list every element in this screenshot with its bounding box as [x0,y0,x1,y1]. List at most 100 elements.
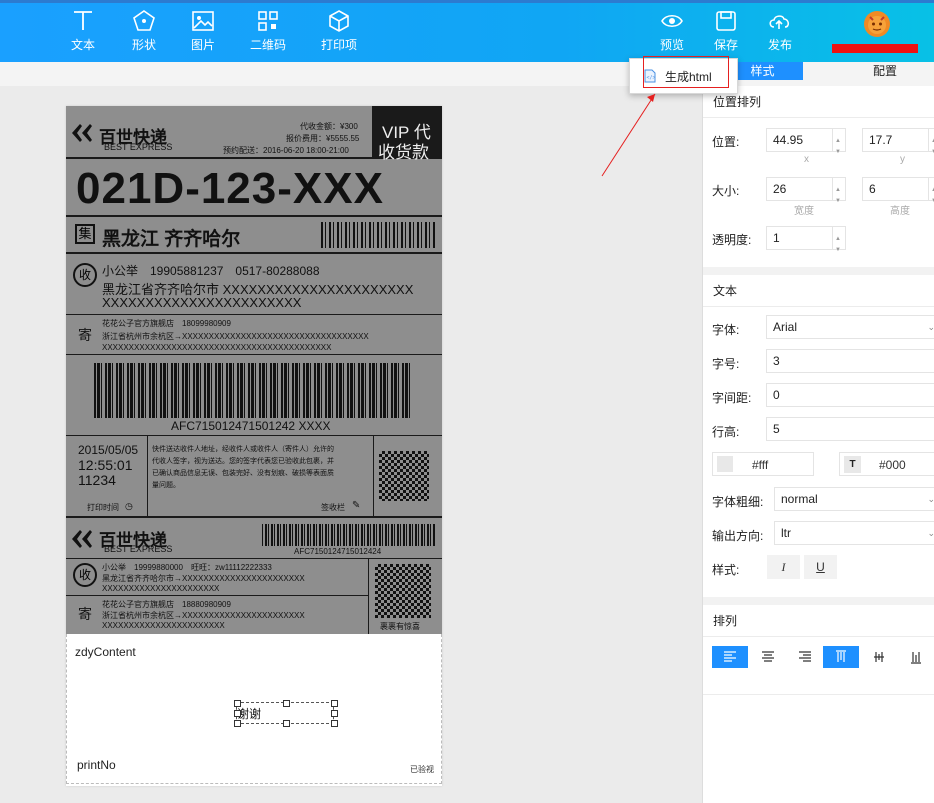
tracking-number: AFC715012471501242 XXXX [171,419,331,433]
font-color-swatch: T [844,456,861,473]
valign-top-button[interactable] [823,646,859,668]
font-color-picker[interactable]: T #000 [839,452,934,476]
clock-icon: ◷ [125,501,133,511]
height-input[interactable]: 6 [862,177,934,212]
qr-code-2 [375,564,431,618]
verified-mark[interactable]: 已验视 [410,764,434,775]
font-size-label: 字号: [712,357,740,371]
sender-addr2: XXXXXXXXXXXXXXXXXXXXXXXXXXXXXXXXXXXXXXXX… [102,343,332,352]
section-text-title: 文本 [703,275,934,307]
underline-button[interactable]: U [804,555,837,579]
x-spinner[interactable] [832,129,845,163]
top-toolbar: 文本 形状 图片 二维码 打印项 预览 保存 发布 [0,0,934,62]
resize-handle[interactable] [283,720,290,727]
toolbar-save-button[interactable]: 保存 [696,9,756,53]
pen-icon: ✎ [352,500,361,511]
stub-best-logo-icon [72,530,92,548]
resize-handle[interactable] [234,700,241,707]
receiver-tag: 收 [73,263,97,287]
resize-handle[interactable] [331,720,338,727]
route-code: 021D-123-XXX [76,164,384,213]
resize-handle[interactable] [234,710,241,717]
notice-3: 已确认商品信息无误、包装完好、没有划痕、破损等表面质 [152,470,334,477]
toolbar-shape-button[interactable]: 形状 [114,9,174,53]
valign-middle-button[interactable] [861,646,897,668]
stub-recv-line2: 黑龙江省齐齐哈尔市→XXXXXXXXXXXXXXXXXXXXXXX [102,574,305,583]
y-spinner[interactable] [928,129,934,163]
stub-barcode [262,524,436,546]
direction-select[interactable]: ltr ⌄ [774,521,934,545]
stub-tracking: AFC7150124715012424 [294,547,382,556]
print-time: 12:55:01 [78,457,133,473]
properties-panel: 位置排列 位置: 44.95 x 17.7 y 大小: 26 宽度 6 高度 透… [702,86,934,803]
toolbar-publish-label: 发布 [767,38,792,52]
toolbar-text-label: 文本 [70,38,95,52]
italic-button[interactable]: I [767,555,800,579]
text-icon [74,11,92,30]
size-label: 大小: [712,184,740,198]
toolbar-image-button[interactable]: 图片 [173,9,233,53]
sign-label: 签收栏 [321,503,345,512]
font-label: 字体: [712,323,740,337]
font-weight-select[interactable]: normal ⌄ [774,487,934,511]
opacity-input[interactable]: 1 [766,226,846,261]
user-avatar[interactable] [864,11,890,37]
align-right-button[interactable] [787,646,823,668]
letter-spacing-input[interactable]: 0 [766,383,934,407]
box-icon [329,10,349,32]
toolbar-preview-button[interactable]: 预览 [642,9,702,53]
stub-qr-caption: 裹裹有惊喜 [380,622,420,631]
label-page[interactable]: VIP 代 收货款 百世快递 BEST EXPRESS 代收金额：¥300 报价… [66,106,442,786]
toolbar-text-button[interactable]: 文本 [53,9,113,53]
font-weight-value: normal [781,492,818,506]
notice-2: 代收人签字，视为送达。您的签字代表您已验收此包裹，并 [152,458,334,465]
font-select[interactable]: Arial ⌄ [766,315,934,339]
width-spinner[interactable] [832,178,845,212]
align-center-button[interactable] [750,646,786,668]
dest-barcode [321,222,435,248]
font-value: Arial [773,320,798,334]
stub-brand-en: BEST EXPRESS [104,544,173,554]
resize-handle[interactable] [331,700,338,707]
sender-addr1: 浙江省杭州市余杭区→XXXXXXXXXXXXXXXXXXXXXXXXXXXXXX… [102,332,369,341]
line-height-input[interactable]: 5 [766,417,934,441]
letter-spacing-value: 0 [773,388,780,402]
height-value: 6 [869,182,876,196]
toolbar-print-item-label: 打印项 [320,38,357,52]
annotation-arrow [601,93,656,177]
vip-line2: 收货款 [378,143,429,162]
align-center-icon [762,651,774,662]
zdy-content[interactable]: zdyContent [75,645,136,659]
font-size-input[interactable]: 3 [766,349,934,373]
width-sub-label: 宽度 [794,206,814,217]
width-input[interactable]: 26 [766,177,846,212]
stub-recv-line3: XXXXXXXXXXXXXXXXXXXXXX [102,584,220,593]
position-x-input[interactable]: 44.95 [766,128,846,163]
resize-handle[interactable] [283,700,290,707]
sender-name: 花花公子官方旗舰店 18099980909 [102,319,231,328]
resize-handle[interactable] [331,710,338,717]
print-no[interactable]: printNo [77,758,116,772]
opacity-spinner[interactable] [832,227,845,261]
align-left-button[interactable] [712,646,748,668]
position-y-value: 17.7 [869,133,893,147]
valign-middle-icon [874,652,884,662]
position-y-input[interactable]: 17.7 [862,128,934,163]
direction-value: ltr [781,526,791,540]
bg-color-swatch [717,456,733,472]
valign-bottom-button[interactable] [898,646,934,668]
print-id: 11234 [78,472,116,488]
main-barcode [94,363,412,418]
destination: 黑龙江 齐齐哈尔 [102,229,241,250]
toolbar-print-item-button[interactable]: 打印项 [309,9,369,53]
resize-handle[interactable] [234,720,241,727]
letter-spacing-label: 字间距: [712,391,752,405]
selected-text-element[interactable]: 谢谢 [234,700,338,727]
toolbar-publish-button[interactable]: 发布 [750,9,810,53]
tab-config[interactable]: 配置 [846,62,924,80]
height-spinner[interactable] [928,178,934,212]
bg-color-picker[interactable]: #fff [712,452,814,476]
custom-content-area[interactable]: zdyContent 谢谢 printNo 已验视 [66,634,442,784]
upload-cloud-icon [769,15,790,29]
toolbar-qrcode-button[interactable]: 二维码 [238,9,298,53]
